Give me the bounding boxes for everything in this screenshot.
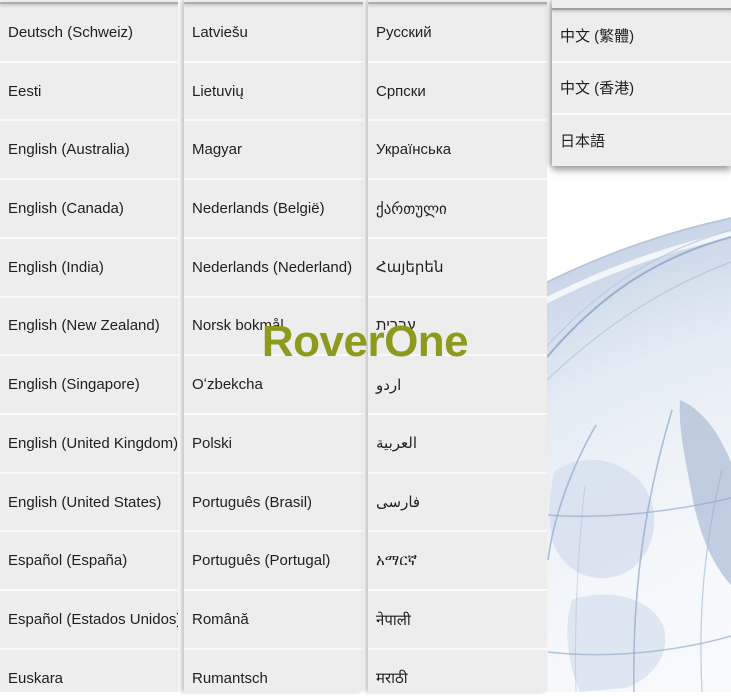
language-item[interactable]: Română xyxy=(184,591,363,650)
language-item[interactable]: Português (Brasil) xyxy=(184,474,363,533)
language-item[interactable]: 日本語 xyxy=(552,115,731,166)
language-item[interactable]: አማርኛ xyxy=(368,532,547,592)
language-item[interactable]: English (Singapore) xyxy=(0,356,178,416)
language-item[interactable]: नेपाली xyxy=(368,591,547,650)
language-item[interactable]: Српски xyxy=(368,63,547,122)
language-item[interactable]: English (New Zealand) xyxy=(0,298,178,357)
language-item[interactable]: Euskara xyxy=(0,650,178,692)
language-item[interactable]: Հայերեն xyxy=(368,239,547,298)
language-item[interactable]: ქართული xyxy=(368,180,547,239)
globe-image xyxy=(159,160,731,697)
language-item[interactable]: English (United Kingdom) xyxy=(0,415,178,474)
language-item[interactable]: Rumantsch xyxy=(184,650,363,692)
globe-graphic xyxy=(159,217,731,697)
roverone-watermark: RoverOne xyxy=(261,317,469,366)
language-item[interactable]: 中文 (香港) xyxy=(552,63,731,115)
language-item[interactable]: Português (Portugal) xyxy=(184,532,363,592)
language-item[interactable]: Українська xyxy=(368,121,547,181)
language-item[interactable]: Español (España) xyxy=(0,532,178,592)
language-list-column-1[interactable]: Deutsch (Schweiz) Eesti English (Australia… xyxy=(0,0,178,692)
language-item[interactable]: English (United States) xyxy=(0,474,178,533)
language-item[interactable]: English (India) xyxy=(0,239,178,298)
language-item[interactable]: العربية xyxy=(368,415,547,474)
language-item[interactable]: Latviešu xyxy=(184,4,363,63)
language-item[interactable]: मराठी xyxy=(368,650,547,692)
language-list-column-4[interactable]: 中文 (繁體) 中文 (香港) 日本語 xyxy=(552,0,731,166)
language-item[interactable]: Polski xyxy=(184,415,363,474)
language-items-1: Deutsch (Schweiz) Eesti English (Australia… xyxy=(0,4,178,692)
language-items-4: 中文 (繁體) 中文 (香港) 日本語 xyxy=(552,10,731,166)
language-item[interactable]: Nederlands (België) xyxy=(184,180,363,239)
language-item[interactable]: Magyar xyxy=(184,121,363,181)
language-item[interactable]: Deutsch (Schweiz) xyxy=(0,4,178,63)
column-top-divider xyxy=(552,0,731,10)
language-item[interactable]: Русский xyxy=(368,4,547,63)
language-item[interactable]: Lietuvių xyxy=(184,63,363,122)
language-item[interactable]: Español (Estados Unidos) xyxy=(0,591,178,650)
language-item[interactable]: Eesti xyxy=(0,63,178,122)
language-item[interactable]: English (Canada) xyxy=(0,180,178,239)
language-item[interactable]: فارسی xyxy=(368,474,547,533)
language-item[interactable]: English (Australia) xyxy=(0,121,178,181)
language-item[interactable]: 中文 (繁體) xyxy=(552,10,731,63)
language-item[interactable]: Nederlands (Nederland) xyxy=(184,239,363,298)
